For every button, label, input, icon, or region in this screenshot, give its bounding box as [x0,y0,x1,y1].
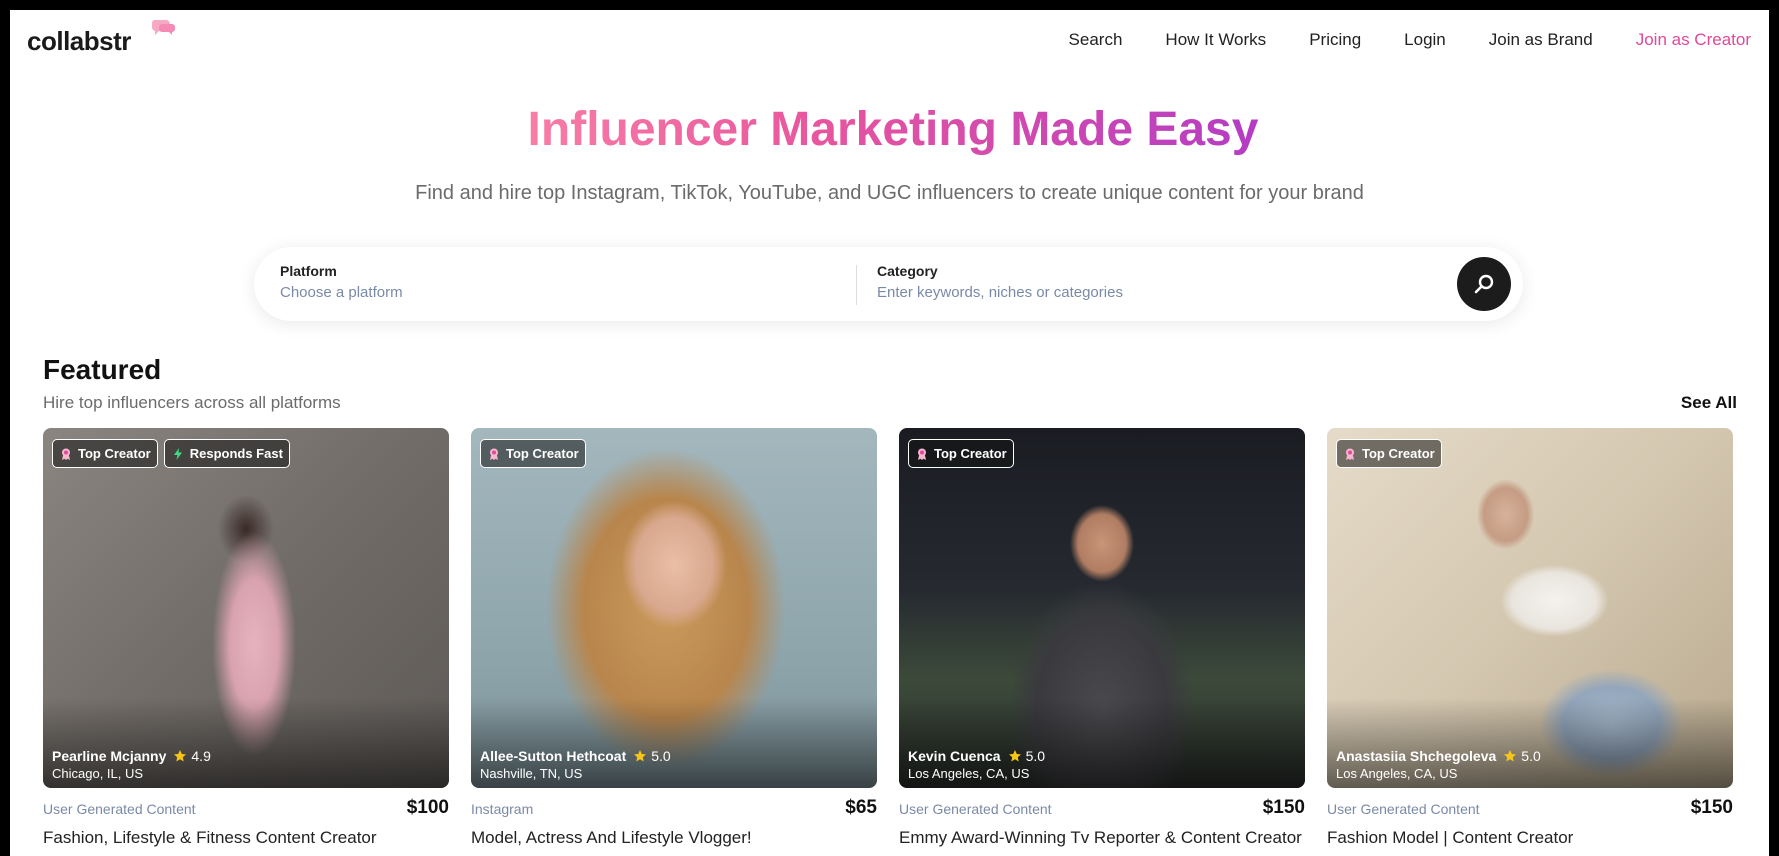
star-icon [634,750,647,762]
see-all-link[interactable]: See All [1681,393,1737,413]
star-icon [174,750,187,762]
lightning-icon [173,447,182,460]
award-icon [918,448,926,460]
top-creator-badge: Top Creator [52,439,158,468]
card-meta: User Generated Content $100 [43,797,449,827]
hero-title: Influencer Marketing Made Easy [523,102,1263,157]
top-creator-badge: Top Creator [908,439,1014,468]
star-icon [1008,750,1021,762]
award-icon [1346,448,1354,460]
creator-name-row: Kevin Cuenca 5.0 [908,748,1045,764]
creator-location: Chicago, IL, US [52,766,144,781]
badge-label: Responds Fast [189,446,283,461]
nav-how-it-works-link[interactable]: How It Works [1165,30,1266,50]
rating-value: 4.9 [191,748,211,764]
rating: 5.0 [1008,748,1045,764]
logo[interactable]: collabstr [27,26,131,57]
creator-category: User Generated Content [1327,801,1480,817]
page: collabstr Search How It Works Pricing Lo… [10,10,1769,856]
rating-value: 5.0 [1025,748,1046,764]
nav-pricing-link[interactable]: Pricing [1309,30,1361,50]
badges: Top Creator [480,439,586,468]
creator-title[interactable]: Model, Actress And Lifestyle Vlogger! [471,828,877,848]
rating: 5.0 [633,748,671,764]
chat-bubble-logo-icon [151,20,175,35]
hero-subtitle: Find and hire top Instagram, TikTok, You… [415,182,1364,204]
card-meta: Instagram $65 [471,797,877,827]
nav-join-brand-link[interactable]: Join as Brand [1489,30,1593,50]
nav-join-creator-link[interactable]: Join as Creator [1636,30,1751,50]
creator-location: Nashville, TN, US [480,766,583,781]
card-meta: User Generated Content $150 [1327,797,1733,827]
creator-category: Instagram [471,801,534,817]
creator-category: User Generated Content [899,801,1052,817]
creator-price: $100 [406,797,449,818]
badge-label: Top Creator [1362,446,1435,461]
rating: 4.9 [173,748,211,764]
creator-photo[interactable]: Top Creator Kevin Cuenca 5.0 Los Angeles… [899,428,1305,788]
creator-location: Los Angeles, CA, US [1336,766,1458,781]
creator-photo[interactable]: Top Creator Responds Fast Pearline Mcjan… [43,428,449,788]
creator-card[interactable]: Top Creator Responds Fast Pearline Mcjan… [43,428,449,848]
top-creator-badge: Top Creator [480,439,586,468]
creator-card[interactable]: Top Creator Anastasiia Shchegoleva 5.0 L… [1327,428,1733,848]
rating-value: 5.0 [1521,748,1541,764]
featured-subtitle: Hire top influencers across all platform… [43,393,341,412]
category-label: Category [877,263,938,279]
star-icon [1504,750,1517,762]
creator-title[interactable]: Fashion, Lifestyle & Fitness Content Cre… [43,828,449,848]
creator-photo[interactable]: Top Creator Allee-Sutton Hethcoat 5.0 Na… [471,428,877,788]
nav-login-link[interactable]: Login [1404,30,1446,50]
creator-name-row: Allee-Sutton Hethcoat 5.0 [480,748,671,764]
rating: 5.0 [1503,748,1541,764]
top-creator-badge: Top Creator [1336,439,1442,468]
nav-links: Search How It Works Pricing Login Join a… [1026,30,1751,50]
search-icon [1474,274,1494,294]
search-divider [856,265,857,305]
creator-title[interactable]: Fashion Model | Content Creator [1327,828,1733,848]
award-icon [490,448,498,460]
badge-label: Top Creator [506,446,579,461]
creator-card[interactable]: Top Creator Allee-Sutton Hethcoat 5.0 Na… [471,428,877,848]
search-button[interactable] [1457,257,1511,311]
platform-input[interactable] [280,284,840,301]
top-nav: collabstr Search How It Works Pricing Lo… [10,10,1769,74]
creator-name: Kevin Cuenca [908,748,1001,764]
creator-name: Pearline Mcjanny [52,748,167,764]
creator-name: Anastasiia Shchegoleva [1336,748,1497,764]
card-meta: User Generated Content $150 [899,797,1305,827]
creator-title[interactable]: Emmy Award-Winning Tv Reporter & Content… [899,828,1305,848]
creator-price: $150 [1690,797,1733,818]
creator-photo[interactable]: Top Creator Anastasiia Shchegoleva 5.0 L… [1327,428,1733,788]
creator-name-row: Anastasiia Shchegoleva 5.0 [1336,748,1541,764]
featured-title: Featured [43,354,162,385]
category-input[interactable] [877,284,1437,301]
platform-label: Platform [280,263,337,279]
rating-value: 5.0 [651,748,671,764]
creator-card[interactable]: Top Creator Kevin Cuenca 5.0 Los Angeles… [899,428,1305,848]
badges: Top Creator [1336,439,1442,468]
responds-fast-badge: Responds Fast [163,439,290,468]
award-icon [62,448,70,460]
badges: Top Creator [908,439,1014,468]
creator-category: User Generated Content [43,801,196,817]
category-field[interactable]: Category [877,263,1437,301]
platform-field[interactable]: Platform [280,263,840,301]
badges: Top Creator Responds Fast [52,439,290,468]
creator-price: $65 [845,797,877,818]
creator-name-row: Pearline Mcjanny 4.9 [52,748,211,764]
badge-label: Top Creator [78,446,151,461]
nav-search-link[interactable]: Search [1069,30,1123,50]
badge-label: Top Creator [934,446,1007,461]
creator-location: Los Angeles, CA, US [908,766,1030,781]
search-bar: Platform Category [254,247,1523,321]
creator-price: $150 [1262,797,1305,818]
creator-name: Allee-Sutton Hethcoat [480,748,627,764]
